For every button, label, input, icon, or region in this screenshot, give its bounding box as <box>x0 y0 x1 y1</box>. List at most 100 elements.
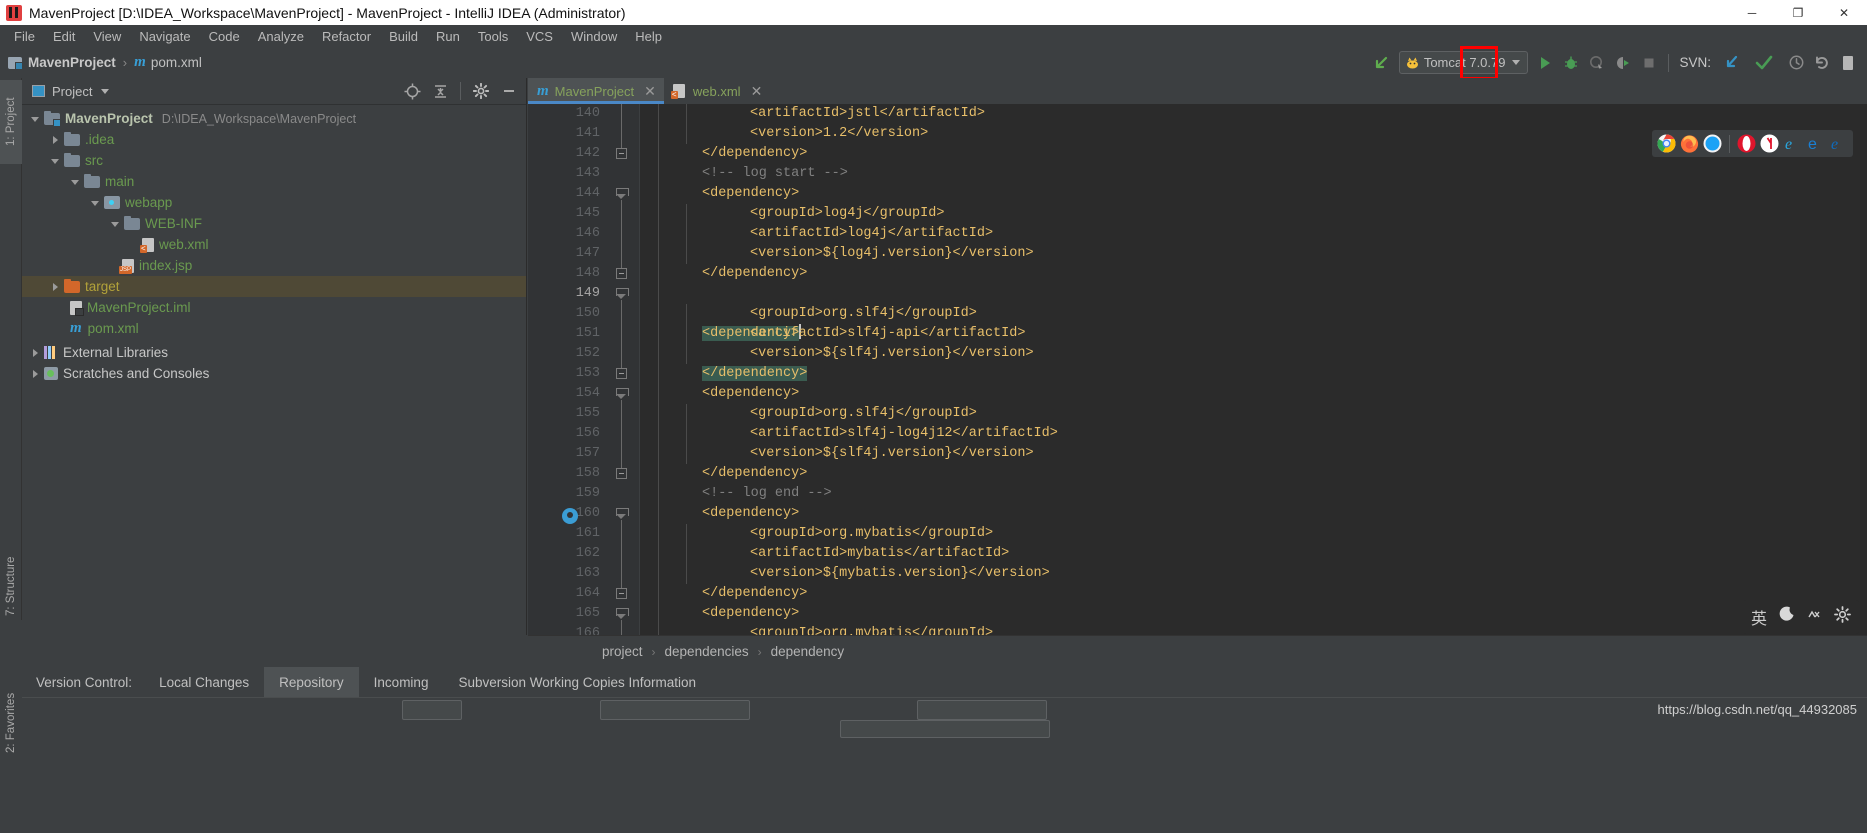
tab-subversion-working-copies[interactable]: Subversion Working Copies Information <box>443 667 711 697</box>
fold-end-icon[interactable] <box>616 268 627 279</box>
fold-start-icon[interactable] <box>616 508 629 519</box>
code-line[interactable]: <version>${slf4j.version}</version> <box>640 344 1867 364</box>
code-line[interactable]: <artifactId>mybatis</artifactId> <box>640 544 1867 564</box>
tray-icon[interactable] <box>1806 606 1823 628</box>
close-icon[interactable]: ✕ <box>644 83 656 100</box>
code-line[interactable]: <dependency> <box>640 504 1867 524</box>
fold-start-icon[interactable] <box>616 288 629 299</box>
tree-node-indexjsp[interactable]: index.jsp <box>22 255 526 276</box>
code-line[interactable]: <dependency> <box>640 384 1867 404</box>
tree-node-pomxml[interactable]: m pom.xml <box>22 318 526 339</box>
breadcrumb-dependencies[interactable]: dependencies <box>665 644 749 659</box>
green-arrow-icon[interactable] <box>1369 50 1395 76</box>
code-line[interactable]: <dependency> <box>640 604 1867 624</box>
code-line[interactable]: <groupId>org.mybatis</groupId> <box>640 524 1867 544</box>
tree-node-webapp[interactable]: webapp <box>22 192 526 213</box>
nav-project-crumb[interactable]: MavenProject <box>28 55 116 70</box>
menu-code[interactable]: Code <box>200 27 249 46</box>
fold-end-icon[interactable] <box>616 368 627 379</box>
menu-run[interactable]: Run <box>427 27 469 46</box>
chevron-right-icon[interactable] <box>50 281 62 293</box>
collapse-all-icon[interactable] <box>427 78 453 104</box>
profile-icon[interactable] <box>1610 50 1636 76</box>
tab-incoming[interactable]: Incoming <box>359 667 444 697</box>
moon-icon[interactable] <box>1778 606 1795 628</box>
filter-field-2[interactable] <box>600 700 750 720</box>
doc-icon[interactable] <box>1835 50 1861 76</box>
maven-reimport-icon[interactable] <box>562 508 578 524</box>
tree-node-mavenproject[interactable]: MavenProject D:\IDEA_Workspace\MavenProj… <box>22 108 526 129</box>
tree-node-webxml[interactable]: web.xml <box>22 234 526 255</box>
menu-vcs[interactable]: VCS <box>517 27 562 46</box>
code-line-matching[interactable]: </dependency> <box>640 364 1867 384</box>
search-field[interactable] <box>840 720 1050 738</box>
tree-node-idea[interactable]: .idea <box>22 129 526 150</box>
settings-gear-icon[interactable] <box>468 78 494 104</box>
chevron-down-icon[interactable] <box>110 218 122 230</box>
opera-icon[interactable] <box>1737 134 1756 153</box>
chevron-down-icon[interactable] <box>70 176 82 188</box>
menu-view[interactable]: View <box>84 27 130 46</box>
tree-node-src[interactable]: src <box>22 150 526 171</box>
code-line[interactable]: <version>${slf4j.version}</version> <box>640 444 1867 464</box>
fold-start-icon[interactable] <box>616 188 629 199</box>
edge-legacy-icon[interactable]: e <box>1829 134 1848 153</box>
debug-bug-icon[interactable] <box>1558 50 1584 76</box>
code-line[interactable]: <version>${log4j.version}</version> <box>640 244 1867 264</box>
code-line[interactable]: <!-- log end --> <box>640 484 1867 504</box>
code-editor[interactable]: <artifactId>jstl</artifactId> <version>1… <box>640 104 1867 635</box>
history-clock-icon[interactable] <box>1783 50 1809 76</box>
tree-node-main[interactable]: main <box>22 171 526 192</box>
minimize-button[interactable]: ─ <box>1729 0 1775 25</box>
tree-node-iml[interactable]: MavenProject.iml <box>22 297 526 318</box>
chevron-right-icon[interactable] <box>50 134 62 146</box>
fold-end-icon[interactable] <box>616 588 627 599</box>
menu-window[interactable]: Window <box>562 27 626 46</box>
rollback-undo-icon[interactable] <box>1809 50 1835 76</box>
tree-node-external-libraries[interactable]: External Libraries <box>22 342 526 363</box>
chevron-down-icon[interactable] <box>1512 60 1521 65</box>
nav-file-crumb[interactable]: pom.xml <box>151 55 202 70</box>
code-line[interactable]: <groupId>org.mybatis</groupId> <box>640 624 1867 635</box>
menu-help[interactable]: Help <box>626 27 671 46</box>
code-line[interactable]: <artifactId>slf4j-api</artifactId> <box>640 324 1867 344</box>
tree-node-target[interactable]: target <box>22 276 526 297</box>
chevron-down-icon[interactable] <box>90 197 102 209</box>
code-line[interactable]: </dependency> <box>640 584 1867 604</box>
fold-start-icon[interactable] <box>616 608 629 619</box>
chevron-right-icon[interactable] <box>30 368 42 380</box>
hide-minus-icon[interactable] <box>496 78 522 104</box>
tab-local-changes[interactable]: Local Changes <box>144 667 264 697</box>
breadcrumb-project[interactable]: project <box>602 644 643 659</box>
code-line[interactable]: <groupId>log4j</groupId> <box>640 204 1867 224</box>
code-line[interactable]: <dependency> <box>640 184 1867 204</box>
gear-icon[interactable] <box>1834 606 1851 628</box>
close-icon[interactable]: ✕ <box>751 83 763 100</box>
close-button[interactable]: ✕ <box>1821 0 1867 25</box>
code-line[interactable]: </dependency> <box>640 464 1867 484</box>
filter-field-1[interactable] <box>402 700 462 720</box>
safari-icon[interactable] <box>1703 134 1722 153</box>
code-line[interactable]: <!-- log start --> <box>640 164 1867 184</box>
menu-build[interactable]: Build <box>380 27 427 46</box>
tab-mavenproject[interactable]: m MavenProject ✕ <box>528 78 664 104</box>
sidebar-tab-favorites[interactable]: 2: Favorites <box>0 675 22 771</box>
code-line[interactable]: <version>${mybatis.version}</version> <box>640 564 1867 584</box>
code-line[interactable]: </dependency> <box>640 264 1867 284</box>
commit-green-check-icon[interactable] <box>1751 50 1777 76</box>
code-line-selected[interactable]: <dependency> <box>640 284 1867 341</box>
code-line[interactable]: <artifactId>log4j</artifactId> <box>640 224 1867 244</box>
run-with-coverage-icon[interactable] <box>1584 50 1610 76</box>
menu-tools[interactable]: Tools <box>469 27 517 46</box>
tree-node-webinf[interactable]: WEB-INF <box>22 213 526 234</box>
chrome-icon[interactable] <box>1657 134 1676 153</box>
tab-webxml[interactable]: web.xml ✕ <box>663 78 771 104</box>
chevron-down-icon[interactable] <box>30 113 42 125</box>
code-line[interactable]: <artifactId>jstl</artifactId> <box>640 104 1867 124</box>
code-line[interactable]: <groupId>org.slf4j</groupId> <box>640 404 1867 424</box>
code-line[interactable]: <artifactId>slf4j-log4j12</artifactId> <box>640 424 1867 444</box>
tree-node-scratches[interactable]: Scratches and Consoles <box>22 363 526 384</box>
internet-explorer-icon[interactable]: e <box>1783 134 1802 153</box>
menu-edit[interactable]: Edit <box>44 27 84 46</box>
code-line[interactable]: <groupId>org.slf4j</groupId> <box>640 304 1867 324</box>
